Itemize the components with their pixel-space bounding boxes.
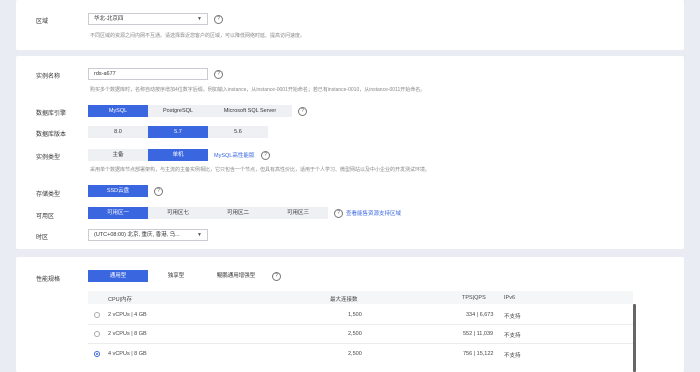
region-label: 区域: [36, 19, 49, 25]
version-5-6-button[interactable]: 5.6: [208, 126, 268, 138]
cell-tps: 552 | 11,039: [463, 331, 494, 337]
az-support-link[interactable]: 查看能售资源支持区域: [346, 209, 401, 217]
storage-ssd-button[interactable]: SSD云盘: [88, 185, 148, 197]
chevron-down-icon: ▼: [197, 232, 202, 238]
chevron-down-icon: ▼: [197, 16, 202, 22]
instance-name-input[interactable]: rds-a677: [88, 68, 208, 80]
perf-label: 性能规格: [36, 277, 61, 283]
help-icon[interactable]: ?: [214, 15, 223, 24]
az-2-button[interactable]: 可用区二: [208, 207, 268, 219]
cell-tps: 756 | 15,122: [463, 351, 494, 357]
help-icon[interactable]: ?: [272, 272, 281, 281]
type-single-button[interactable]: 单机: [148, 149, 208, 161]
engine-label: 数据库引擎: [36, 111, 67, 117]
cell-conn: 2,500: [348, 351, 362, 357]
engine-postgresql-button[interactable]: PostgreSQL: [148, 105, 208, 117]
th-conn: 最大连接数: [330, 297, 358, 303]
th-ipv6: IPv6: [504, 295, 516, 301]
instance-name-hint: 购买多个数据库时，名称自动按序增加4位数字后缀。例如输入instance，从in…: [90, 87, 426, 93]
cell-cpu: 2 vCPUs | 4 GB: [108, 312, 147, 318]
region-card: [16, 0, 684, 50]
row-radio[interactable]: [94, 312, 100, 318]
divider: [88, 324, 633, 325]
row-radio-selected[interactable]: [94, 351, 100, 357]
version-5-7-button[interactable]: 5.7: [148, 126, 208, 138]
perf-tab-kunpeng[interactable]: 鲲鹏通用增强型: [204, 270, 268, 282]
cell-tps: 334 | 6,673: [466, 312, 494, 318]
th-tps: TPS|QPS: [462, 295, 486, 301]
perf-table-header: [88, 291, 633, 304]
cell-ipv6: 不支持: [504, 353, 521, 359]
region-select-value: 华北-北京四: [94, 16, 124, 22]
mysql-high-perf-link[interactable]: MySQL高性能版: [214, 151, 254, 159]
divider: [88, 343, 633, 344]
az-1-button[interactable]: 可用区一: [88, 207, 148, 219]
cell-ipv6: 不支持: [504, 314, 521, 320]
perf-tab-dedicated[interactable]: 独享型: [148, 270, 204, 282]
help-icon[interactable]: ?: [154, 187, 163, 196]
table-scrollbar[interactable]: [633, 304, 636, 372]
help-icon[interactable]: ?: [298, 107, 307, 116]
az-3-button[interactable]: 可用区三: [268, 207, 328, 219]
version-label: 数据库版本: [36, 132, 67, 138]
cell-ipv6: 不支持: [504, 333, 521, 339]
cell-conn: 2,500: [348, 331, 362, 337]
az-label: 可用区: [36, 214, 55, 220]
region-select[interactable]: 华北-北京四 ▼: [88, 13, 208, 25]
timezone-select-value: (UTC+08:00) 北京, 重庆, 香港, 乌...: [94, 232, 180, 238]
cell-conn: 1,500: [348, 312, 362, 318]
engine-mysql-button[interactable]: MySQL: [88, 105, 148, 117]
instance-type-hint: 采用单个数据库节点部署架构，与主流的主备实例相比，它只包含一个节点，但具有高性价…: [90, 167, 431, 173]
cell-cpu: 2 vCPUs | 8 GB: [108, 331, 147, 337]
instance-name-label: 实例名称: [36, 74, 61, 80]
row-radio[interactable]: [94, 331, 100, 337]
instance-type-label: 实例类型: [36, 155, 61, 161]
timezone-label: 时区: [36, 235, 49, 241]
type-ha-button[interactable]: 主备: [88, 149, 148, 161]
timezone-select[interactable]: (UTC+08:00) 北京, 重庆, 香港, 乌... ▼: [88, 229, 208, 241]
region-hint: 不同区域的资源之间内网不互通。请选择靠近您客户的区域，可以降低网络时延、提高访问…: [90, 33, 306, 39]
engine-sqlserver-button[interactable]: Microsoft SQL Server: [208, 105, 292, 117]
az-7-button[interactable]: 可用区七: [148, 207, 208, 219]
help-icon[interactable]: ?: [261, 151, 270, 160]
storage-label: 存储类型: [36, 192, 61, 198]
cell-cpu: 4 vCPUs | 8 GB: [108, 351, 147, 357]
help-icon[interactable]: ?: [334, 209, 343, 218]
version-8-0-button[interactable]: 8.0: [88, 126, 148, 138]
th-cpu: CPU|内存: [108, 297, 133, 303]
perf-tab-general[interactable]: 通用型: [88, 270, 148, 282]
help-icon[interactable]: ?: [214, 70, 223, 79]
